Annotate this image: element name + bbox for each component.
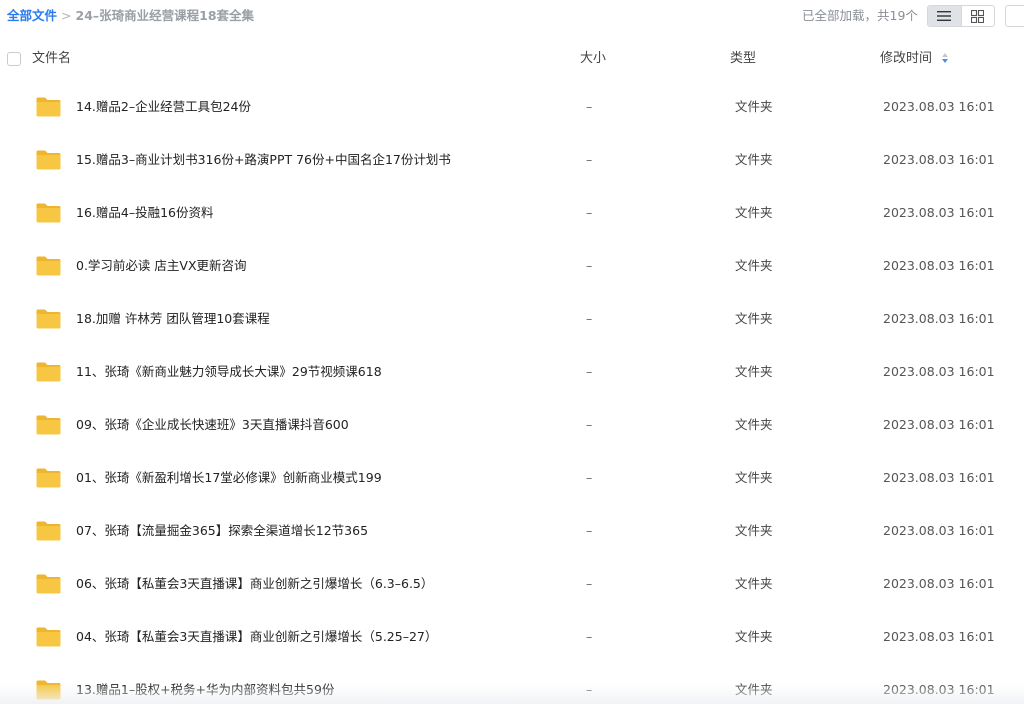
file-name[interactable]: 06、张琦【私董会3天直播课】商业创新之引爆增长（6.3–6.5）: [76, 575, 433, 593]
file-size: –: [586, 152, 593, 167]
file-row[interactable]: 13.赠品1–股权+税务+华为内部资料包共59份 – 文件夹 2023.08.03 1…: [0, 663, 1024, 716]
file-type: 文件夹: [735, 205, 773, 220]
list-icon: [937, 11, 952, 21]
file-modified-time: 2023.08.03 16:01: [883, 311, 995, 326]
file-row[interactable]: 14.赠品2–企业经营工具包24份 – 文件夹 2023.08.03 16:01: [0, 80, 1024, 133]
file-row[interactable]: 18.加赠 许林芳 团队管理10套课程 – 文件夹 2023.08.03 16:01: [0, 292, 1024, 345]
file-name[interactable]: 11、张琦《新商业魅力领导成长大课》29节视频课618: [76, 363, 382, 381]
file-type: 文件夹: [735, 99, 773, 114]
folder-icon: [36, 574, 61, 594]
folder-icon: [36, 468, 61, 488]
file-list: 14.赠品2–企业经营工具包24份 – 文件夹 2023.08.03 16:01 15.…: [0, 80, 1024, 716]
file-row[interactable]: 15.赠品3–商业计划书316份+路演PPT 76份+中国名企17份计划书 – 文件…: [0, 133, 1024, 186]
file-modified-time: 2023.08.03 16:01: [883, 417, 995, 432]
view-toggle: [927, 5, 995, 27]
sort-arrows-icon[interactable]: [941, 52, 949, 64]
file-size: –: [586, 470, 593, 485]
file-list-header: 文件名 大小 类型 修改时间: [0, 44, 1024, 74]
file-row[interactable]: 04、张琦【私董会3天直播课】商业创新之引爆增长（5.25–27） – 文件夹 202…: [0, 610, 1024, 663]
folder-icon: [36, 521, 61, 541]
file-name[interactable]: 09、张琦《企业成长快速班》3天直播课抖音600: [76, 416, 349, 434]
folder-icon: [36, 256, 61, 276]
folder-icon: [36, 203, 61, 223]
file-size: –: [586, 682, 593, 697]
file-row[interactable]: 11、张琦《新商业魅力领导成长大课》29节视频课618 – 文件夹 2023.08.0…: [0, 345, 1024, 398]
file-row[interactable]: 09、张琦《企业成长快速班》3天直播课抖音600 – 文件夹 2023.08.03 1…: [0, 398, 1024, 451]
file-size: –: [586, 629, 593, 644]
folder-icon: [36, 150, 61, 170]
file-row[interactable]: 01、张琦《新盈利增长17堂必修课》创新商业模式199 – 文件夹 2023.08.0…: [0, 451, 1024, 504]
file-name[interactable]: 07、张琦【流量掘金365】探索全渠道增长12节365: [76, 522, 368, 540]
file-type: 文件夹: [735, 258, 773, 273]
load-status-text: 已全部加载，共19个: [802, 8, 918, 23]
folder-icon: [36, 97, 61, 117]
folder-icon: [36, 415, 61, 435]
file-row[interactable]: 06、张琦【私董会3天直播课】商业创新之引爆增长（6.3–6.5） – 文件夹 202…: [0, 557, 1024, 610]
file-modified-time: 2023.08.03 16:01: [883, 470, 995, 485]
folder-icon: [36, 627, 61, 647]
breadcrumb: 全部文件 >24–张琦商业经营课程18套全集: [7, 7, 254, 25]
column-header-name[interactable]: 文件名: [32, 51, 71, 67]
breadcrumb-current-folder: 24–张琦商业经营课程18套全集: [75, 8, 255, 23]
column-header-modified[interactable]: 修改时间: [880, 51, 949, 67]
folder-icon: [36, 362, 61, 382]
file-modified-time: 2023.08.03 16:01: [883, 576, 995, 591]
file-name[interactable]: 04、张琦【私董会3天直播课】商业创新之引爆增长（5.25–27）: [76, 628, 437, 646]
file-size: –: [586, 576, 593, 591]
more-options-button[interactable]: [1005, 5, 1024, 27]
file-type: 文件夹: [735, 364, 773, 379]
file-type: 文件夹: [735, 629, 773, 644]
column-header-modified-label: 修改时间: [880, 51, 933, 66]
file-name[interactable]: 01、张琦《新盈利增长17堂必修课》创新商业模式199: [76, 469, 382, 487]
file-type: 文件夹: [735, 682, 773, 697]
column-header-size[interactable]: 大小: [580, 51, 606, 67]
file-name[interactable]: 0.学习前必读 店主VX更新咨询: [76, 257, 247, 275]
file-modified-time: 2023.08.03 16:01: [883, 205, 995, 220]
toolbar: 全部文件 >24–张琦商业经营课程18套全集 已全部加载，共19个: [0, 0, 1024, 32]
file-name[interactable]: 13.赠品1–股权+税务+华为内部资料包共59份: [76, 681, 334, 699]
file-type: 文件夹: [735, 311, 773, 326]
file-size: –: [586, 258, 593, 273]
file-name[interactable]: 18.加赠 许林芳 团队管理10套课程: [76, 310, 270, 328]
file-modified-time: 2023.08.03 16:01: [883, 152, 995, 167]
file-modified-time: 2023.08.03 16:01: [883, 364, 995, 379]
file-type: 文件夹: [735, 576, 773, 591]
grid-icon: [971, 9, 985, 23]
file-type: 文件夹: [735, 417, 773, 432]
select-all-checkbox[interactable]: [7, 52, 21, 66]
file-modified-time: 2023.08.03 16:01: [883, 629, 995, 644]
file-name[interactable]: 15.赠品3–商业计划书316份+路演PPT 76份+中国名企17份计划书: [76, 151, 451, 169]
file-row[interactable]: 0.学习前必读 店主VX更新咨询 – 文件夹 2023.08.03 16:01: [0, 239, 1024, 292]
list-view-button[interactable]: [928, 6, 961, 26]
file-size: –: [586, 523, 593, 538]
file-modified-time: 2023.08.03 16:01: [883, 258, 995, 273]
file-size: –: [586, 99, 593, 114]
file-type: 文件夹: [735, 470, 773, 485]
file-size: –: [586, 311, 593, 326]
file-size: –: [586, 364, 593, 379]
file-size: –: [586, 205, 593, 220]
file-size: –: [586, 417, 593, 432]
file-modified-time: 2023.08.03 16:01: [883, 523, 995, 538]
file-modified-time: 2023.08.03 16:01: [883, 99, 995, 114]
file-name[interactable]: 14.赠品2–企业经营工具包24份: [76, 98, 251, 116]
file-modified-time: 2023.08.03 16:01: [883, 682, 995, 697]
file-type: 文件夹: [735, 523, 773, 538]
file-row[interactable]: 16.赠品4–投融16份资料 – 文件夹 2023.08.03 16:01: [0, 186, 1024, 239]
file-row[interactable]: 07、张琦【流量掘金365】探索全渠道增长12节365 – 文件夹 2023.08.0…: [0, 504, 1024, 557]
column-header-type[interactable]: 类型: [730, 51, 756, 67]
breadcrumb-root-link[interactable]: 全部文件: [7, 8, 57, 23]
breadcrumb-separator: >: [61, 8, 72, 23]
file-name[interactable]: 16.赠品4–投融16份资料: [76, 204, 214, 222]
folder-icon: [36, 309, 61, 329]
grid-view-button[interactable]: [960, 6, 995, 26]
file-type: 文件夹: [735, 152, 773, 167]
folder-icon: [36, 680, 61, 700]
